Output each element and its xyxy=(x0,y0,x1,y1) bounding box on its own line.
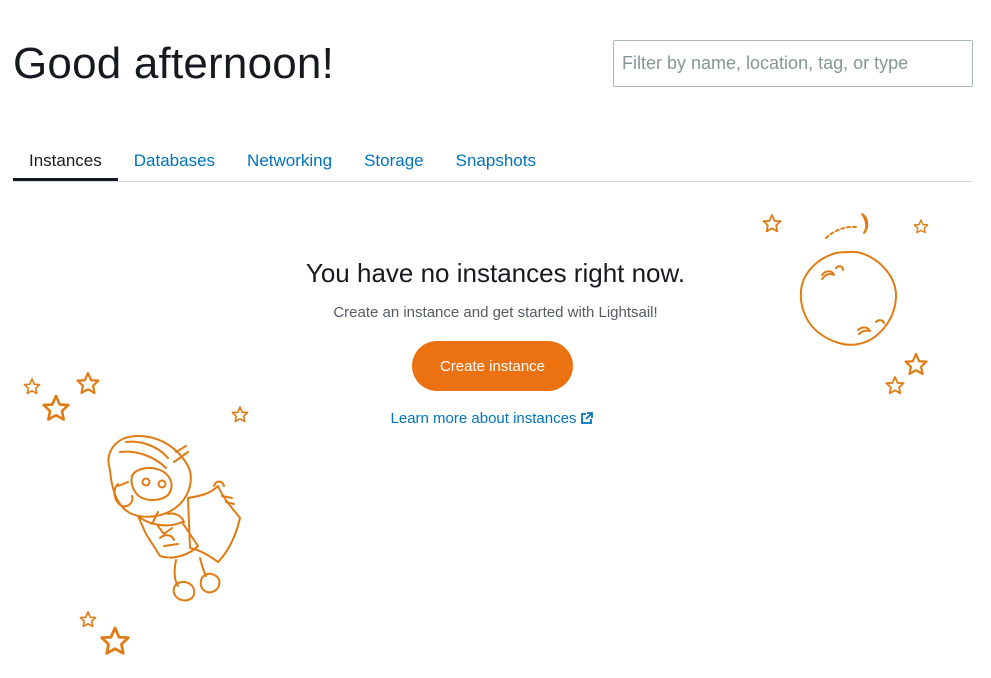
crescent-icon xyxy=(825,213,869,239)
star-icon xyxy=(23,378,41,395)
star-icon xyxy=(885,376,905,395)
star-icon xyxy=(79,611,97,628)
external-link-icon xyxy=(580,412,594,429)
star-icon xyxy=(913,219,929,234)
create-instance-button[interactable]: Create instance xyxy=(412,341,573,391)
empty-state-title: You have no instances right now. xyxy=(305,258,686,288)
star-icon xyxy=(100,626,130,655)
empty-state-subtitle: Create an instance and get started with … xyxy=(333,304,658,321)
page: Good afternoon! Instances Databases Netw… xyxy=(0,0,991,678)
star-icon xyxy=(904,352,928,376)
robot-astronaut-illustration xyxy=(107,435,241,602)
star-icon xyxy=(76,371,100,395)
learn-more-link[interactable]: Learn more about instances xyxy=(0,410,984,429)
star-icon xyxy=(762,214,782,233)
space-illustration xyxy=(23,213,929,655)
learn-more-link-label: Learn more about instances xyxy=(390,410,577,427)
